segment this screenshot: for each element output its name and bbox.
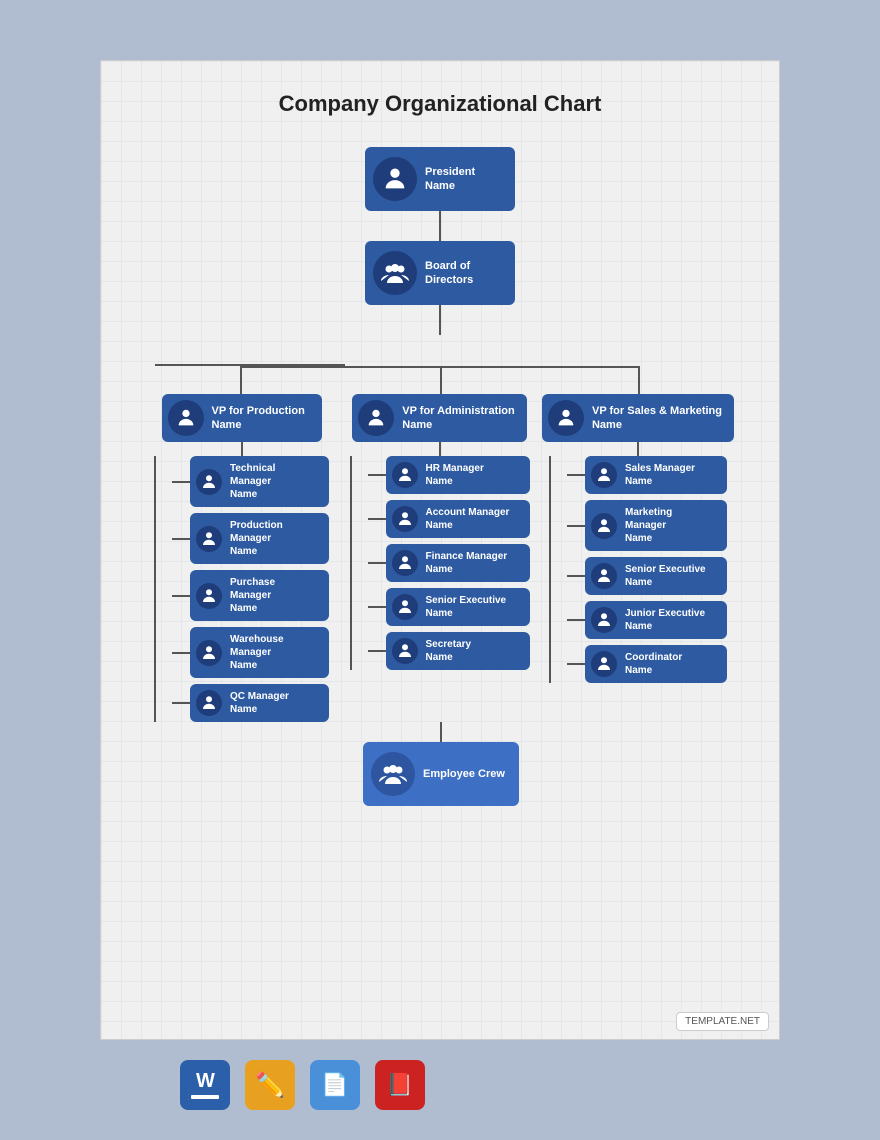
page-title: Company Organizational Chart	[279, 91, 602, 117]
word-icon[interactable]: W	[180, 1060, 230, 1110]
sales-mgr-row: Sales Manager Name	[567, 456, 727, 494]
hr-row: HR Manager Name	[368, 456, 530, 494]
employee-crew-node: Employee Crew	[363, 742, 519, 806]
senior-exec-sales-node: Senior Executive Name	[585, 557, 727, 595]
sub-item-warehouse: Warehouse Manager Name	[172, 627, 329, 678]
senior-exec-admin-row: Senior Executive Name	[368, 588, 530, 626]
sub-item-purchase: Purchase Manager Name	[172, 570, 329, 621]
board-title: Board of	[425, 259, 473, 273]
hr-node: HR Manager Name	[386, 456, 530, 494]
board-container: Board of Directors	[365, 241, 515, 335]
warehouse-node: Warehouse Manager Name	[190, 627, 329, 678]
finance-node: Finance Manager Name	[386, 544, 530, 582]
toolbar: W ✏️ 📄 📕	[100, 1060, 780, 1110]
v-line-1	[439, 211, 441, 241]
template-badge: TEMPLATE.NET	[676, 1012, 769, 1031]
vp-production-col	[155, 335, 345, 366]
board-icon	[373, 251, 417, 295]
acrobat-icon[interactable]: 📕	[375, 1060, 425, 1110]
vp-branch	[150, 335, 730, 366]
coordinator-row: Coordinator Name	[567, 645, 727, 683]
vp-sales-node: VP for Sales & Marketing Name	[542, 394, 734, 442]
vp-admin-node: VP for Administration Name	[352, 394, 526, 442]
employee-section: Employee Crew	[363, 722, 519, 806]
production-node: Production Manager Name	[190, 513, 329, 564]
top-h-connector	[240, 366, 640, 368]
main-columns: VP for Production Name	[145, 366, 735, 722]
president-subtitle: Name	[425, 179, 475, 193]
account-row: Account Manager Name	[368, 500, 530, 538]
secretary-node: Secretary Name	[386, 632, 530, 670]
sales-mgr-node: Sales Manager Name	[585, 456, 727, 494]
coordinator-node: Coordinator Name	[585, 645, 727, 683]
vp-production-icon	[168, 400, 204, 436]
technical-node: Technical Manager Name	[190, 456, 329, 507]
finance-row: Finance Manager Name	[368, 544, 530, 582]
president-title: President	[425, 165, 475, 179]
col-sales: VP for Sales & Marketing Name	[541, 366, 735, 683]
vp-production-node: VP for Production Name	[162, 394, 322, 442]
marketing-mgr-node: Marketing Manager Name	[585, 500, 727, 551]
col-production: VP for Production Name	[145, 366, 338, 722]
board-node: Board of Directors	[365, 241, 515, 305]
pages-icon[interactable]: ✏️	[245, 1060, 295, 1110]
board-subtitle: Directors	[425, 273, 473, 287]
president-node: President Name	[365, 147, 515, 211]
marketing-mgr-row: Marketing Manager Name	[567, 500, 727, 551]
org-chart: President Name Board of Directors	[121, 147, 759, 806]
senior-exec-sales-row: Senior Executive Name	[567, 557, 727, 595]
secretary-row: Secretary Name	[368, 632, 530, 670]
junior-exec-node: Junior Executive Name	[585, 601, 727, 639]
qc-node: QC Manager Name	[190, 684, 329, 722]
junior-exec-row: Junior Executive Name	[567, 601, 727, 639]
purchase-node: Purchase Manager Name	[190, 570, 329, 621]
sub-item-qc: QC Manager Name	[172, 684, 329, 722]
col-administration: VP for Administration Name	[338, 366, 541, 670]
sub-item-technical: Technical Manager Name	[172, 456, 329, 507]
v-line-2	[439, 305, 441, 335]
president-container: President Name	[365, 147, 515, 241]
president-icon	[373, 157, 417, 201]
page-wrapper: Company Organizational Chart	[100, 60, 780, 1040]
senior-exec-admin-node: Senior Executive Name	[386, 588, 530, 626]
gdocs-icon[interactable]: 📄	[310, 1060, 360, 1110]
account-node: Account Manager Name	[386, 500, 530, 538]
sub-item-production: Production Manager Name	[172, 513, 329, 564]
